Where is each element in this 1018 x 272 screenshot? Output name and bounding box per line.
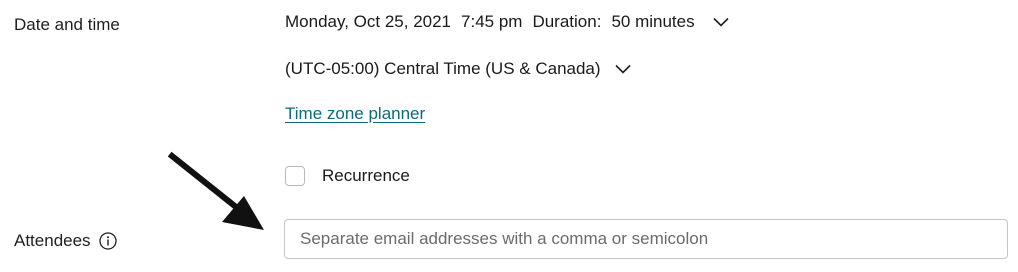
attendees-input[interactable] — [284, 219, 1008, 259]
arrow-icon — [167, 151, 264, 230]
date-value[interactable]: Monday, Oct 25, 2021 — [285, 12, 451, 32]
info-icon[interactable] — [98, 232, 117, 250]
recurrence-row[interactable]: Recurrence — [285, 166, 410, 186]
chevron-down-icon[interactable] — [614, 64, 631, 74]
timezone-value[interactable]: (UTC-05:00) Central Time (US & Canada) — [285, 59, 601, 79]
time-value[interactable]: 7:45 pm — [461, 12, 522, 32]
attendees-label-group: Attendees — [14, 231, 117, 251]
attendees-label: Attendees — [14, 231, 91, 250]
chevron-down-icon[interactable] — [713, 17, 729, 27]
recurrence-label[interactable]: Recurrence — [322, 166, 410, 186]
duration-label: Duration: — [532, 12, 602, 31]
recurrence-checkbox[interactable] — [285, 166, 305, 186]
date-and-time-label: Date and time — [14, 15, 120, 34]
time-zone-planner-link[interactable]: Time zone planner — [285, 104, 425, 124]
time-zone-planner-row: Time zone planner — [285, 104, 425, 124]
timezone-select[interactable]: (UTC-05:00) Central Time (US & Canada) — [285, 59, 631, 79]
datetime-row: Monday, Oct 25, 2021 7:45 pm Duration: 5… — [285, 12, 729, 32]
duration-value[interactable]: 50 minutes — [611, 12, 694, 32]
